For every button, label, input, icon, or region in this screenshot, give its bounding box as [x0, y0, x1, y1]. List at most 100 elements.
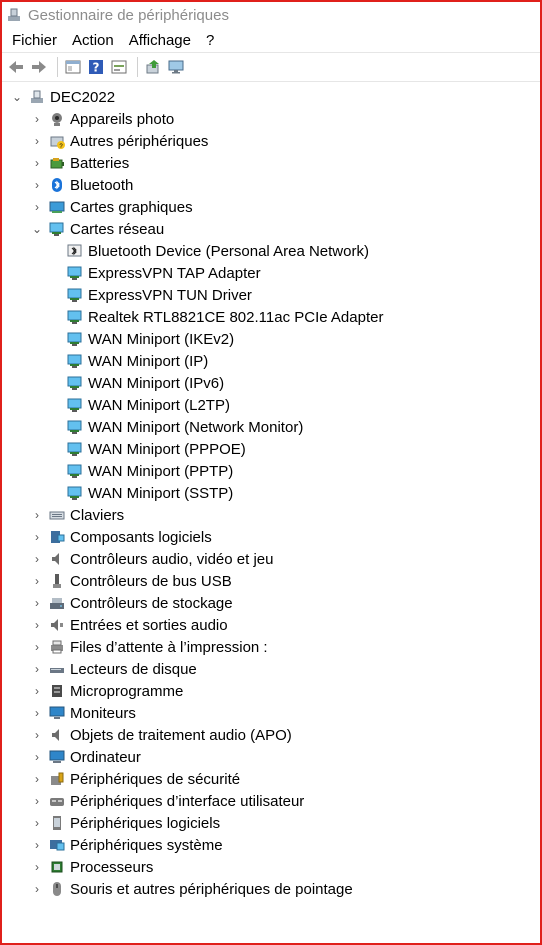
chevron-right-icon[interactable]: ›: [30, 662, 44, 676]
tree-root[interactable]: ⌄ DEC2022: [2, 86, 540, 108]
tree-item-moniteurs[interactable]: › Moniteurs: [2, 702, 540, 724]
processor-icon: [49, 859, 65, 875]
tree-item-lecteurs-de-disque[interactable]: › Lecteurs de disque: [2, 658, 540, 680]
tree-item-label: Appareils photo: [70, 110, 175, 128]
network-adapter-item[interactable]: ExpressVPN TUN Driver: [2, 284, 540, 306]
keyboard-icon: [49, 507, 65, 523]
menu-help[interactable]: ?: [206, 32, 214, 49]
back-arrow-icon[interactable]: [6, 57, 26, 77]
network-adapter-item[interactable]: WAN Miniport (IKEv2): [2, 328, 540, 350]
chevron-right-icon[interactable]: ›: [30, 882, 44, 896]
tree-item-label: Autres périphériques: [70, 132, 209, 150]
chevron-right-icon[interactable]: ›: [30, 794, 44, 808]
network-adapter-item[interactable]: WAN Miniport (IPv6): [2, 372, 540, 394]
security-device-icon: [49, 771, 65, 787]
chevron-right-icon[interactable]: ›: [30, 530, 44, 544]
tree-item-souris-et-autres-peripheriques-de-pointage[interactable]: › Souris et autres périphériques de point…: [2, 878, 540, 900]
view-icon[interactable]: [109, 57, 129, 77]
properties-icon[interactable]: [63, 57, 83, 77]
camera-icon: [49, 111, 65, 127]
network-adapter-icon: [67, 265, 83, 281]
tree-item-objets-de-traitement-audio-apo[interactable]: › Objets de traitement audio (APO): [2, 724, 540, 746]
chevron-right-icon[interactable]: ›: [30, 816, 44, 830]
tree-item-peripheriques-systeme[interactable]: › Périphériques système: [2, 834, 540, 856]
tree-item-peripheriques-logiciels[interactable]: › Périphériques logiciels: [2, 812, 540, 834]
update-driver-icon[interactable]: [143, 57, 163, 77]
network-adapter-icon: [67, 441, 83, 457]
tree-item-appareils-photo[interactable]: › Appareils photo: [2, 108, 540, 130]
chevron-right-icon[interactable]: ›: [30, 684, 44, 698]
tree-item-label: Batteries: [70, 154, 130, 172]
tree-item-label: Moniteurs: [70, 704, 136, 722]
chevron-right-icon[interactable]: ›: [30, 618, 44, 632]
chevron-right-icon[interactable]: ›: [30, 728, 44, 742]
network-adapter-item[interactable]: ExpressVPN TAP Adapter: [2, 262, 540, 284]
title-bar: Gestionnaire de périphériques: [2, 2, 540, 28]
tree-item-files-d-attente-a-l-impression[interactable]: › Files d’attente à l’impression :: [2, 636, 540, 658]
tree-item-autres-peripheriques[interactable]: ›? Autres périphériques: [2, 130, 540, 152]
toolbar: ?: [2, 52, 540, 82]
chevron-right-icon[interactable]: ›: [30, 112, 44, 126]
chevron-down-icon[interactable]: ⌄: [10, 90, 24, 104]
tree-item-controleurs-de-bus-usb[interactable]: › Contrôleurs de bus USB: [2, 570, 540, 592]
help-icon[interactable]: ?: [86, 57, 106, 77]
menu-action[interactable]: Action: [72, 32, 114, 49]
forward-arrow-icon[interactable]: [29, 57, 49, 77]
chevron-right-icon[interactable]: ›: [30, 772, 44, 786]
network-adapter-item[interactable]: Realtek RTL8821CE 802.11ac PCIe Adapter: [2, 306, 540, 328]
tree-item-peripheriques-d-interface-utilisateur[interactable]: › Périphériques d’interface utilisateur: [2, 790, 540, 812]
chevron-right-icon[interactable]: ›: [30, 596, 44, 610]
monitor-icon: [49, 705, 65, 721]
menu-fichier[interactable]: Fichier: [12, 32, 57, 49]
network-adapter-item[interactable]: WAN Miniport (IP): [2, 350, 540, 372]
chevron-right-icon[interactable]: ›: [30, 508, 44, 522]
disk-drive-icon: [49, 661, 65, 677]
bluetooth-icon: [49, 177, 65, 193]
computer-icon: [49, 749, 65, 765]
chevron-right-icon[interactable]: ›: [30, 552, 44, 566]
network-adapter-item[interactable]: Bluetooth Device (Personal Area Network): [2, 240, 540, 262]
menu-affichage[interactable]: Affichage: [129, 32, 191, 49]
chevron-right-icon[interactable]: ›: [30, 640, 44, 654]
network-adapter-item[interactable]: WAN Miniport (PPTP): [2, 460, 540, 482]
tree-item-composants-logiciels[interactable]: › Composants logiciels: [2, 526, 540, 548]
scan-hardware-icon[interactable]: [166, 57, 186, 77]
chevron-right-icon[interactable]: ›: [30, 134, 44, 148]
network-adapter-label: WAN Miniport (IKEv2): [88, 330, 235, 348]
tree-item-entrees-et-sorties-audio[interactable]: › Entrées et sorties audio: [2, 614, 540, 636]
network-adapter-label: WAN Miniport (L2TP): [88, 396, 230, 414]
tree-item-microprogramme[interactable]: › Microprogramme: [2, 680, 540, 702]
network-adapter-item[interactable]: WAN Miniport (L2TP): [2, 394, 540, 416]
chevron-right-icon[interactable]: ›: [30, 838, 44, 852]
tree-item-controleurs-audio-video-et-jeu[interactable]: › Contrôleurs audio, vidéo et jeu: [2, 548, 540, 570]
network-adapter-icon: [67, 397, 83, 413]
system-device-icon: [49, 837, 65, 853]
chevron-right-icon[interactable]: ›: [30, 178, 44, 192]
network-adapter-item[interactable]: WAN Miniport (Network Monitor): [2, 416, 540, 438]
speaker-icon: [49, 551, 65, 567]
tree-item-claviers[interactable]: › Claviers: [2, 504, 540, 526]
chevron-right-icon[interactable]: ›: [30, 574, 44, 588]
chevron-right-icon[interactable]: ›: [30, 200, 44, 214]
network-adapter-item[interactable]: WAN Miniport (PPPOE): [2, 438, 540, 460]
tree-item-controleurs-de-stockage[interactable]: › Contrôleurs de stockage: [2, 592, 540, 614]
chevron-right-icon[interactable]: ›: [30, 156, 44, 170]
tree-item-bluetooth[interactable]: › Bluetooth: [2, 174, 540, 196]
tree-item-processeurs[interactable]: › Processeurs: [2, 856, 540, 878]
tree-item-cartes-reseau[interactable]: ⌄ Cartes réseau: [2, 218, 540, 240]
network-adapter-label: WAN Miniport (IP): [88, 352, 209, 370]
chevron-right-icon[interactable]: ›: [30, 860, 44, 874]
tree-item-label: Processeurs: [70, 858, 154, 876]
chevron-right-icon[interactable]: ›: [30, 706, 44, 720]
network-adapter-label: ExpressVPN TUN Driver: [88, 286, 252, 304]
chevron-down-icon[interactable]: ⌄: [30, 222, 44, 236]
network-adapter-icon: [67, 463, 83, 479]
tree-item-label: Cartes réseau: [70, 220, 165, 238]
tree-item-cartes-graphiques[interactable]: › Cartes graphiques: [2, 196, 540, 218]
tree-categories: › Appareils photo ›? Autres périphériques › B…: [2, 108, 540, 900]
chevron-right-icon[interactable]: ›: [30, 750, 44, 764]
tree-item-batteries[interactable]: › Batteries: [2, 152, 540, 174]
tree-item-ordinateur[interactable]: › Ordinateur: [2, 746, 540, 768]
tree-item-peripheriques-de-securite[interactable]: › Périphériques de sécurité: [2, 768, 540, 790]
network-adapter-item[interactable]: WAN Miniport (SSTP): [2, 482, 540, 504]
